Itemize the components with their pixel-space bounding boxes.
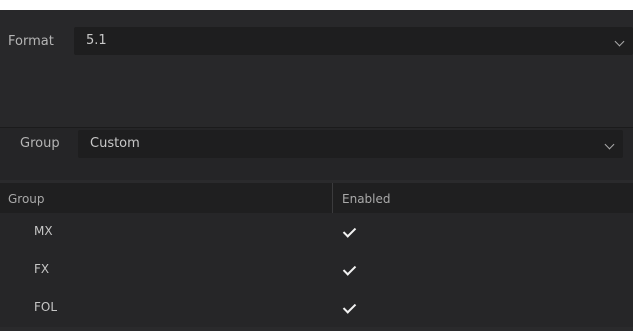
row-name: FOL <box>34 300 58 314</box>
chevron-down-icon <box>604 139 615 150</box>
header-group[interactable]: Group <box>8 192 45 206</box>
chevron-down-icon <box>614 36 625 47</box>
table-header: Group Enabled <box>0 183 633 213</box>
table-row[interactable]: FX <box>0 251 633 289</box>
top-edge <box>0 0 633 10</box>
header-enabled[interactable]: Enabled <box>342 192 391 206</box>
column-divider[interactable] <box>332 183 333 213</box>
row-name: MX <box>34 224 53 238</box>
checkmark-icon[interactable] <box>342 262 357 276</box>
group-label: Group <box>20 136 60 151</box>
group-value: Custom <box>90 136 140 151</box>
checkmark-icon[interactable] <box>342 300 357 314</box>
checkmark-icon[interactable] <box>342 224 357 238</box>
table-row[interactable]: MX <box>0 213 633 251</box>
group-dropdown[interactable]: Custom <box>78 130 623 158</box>
format-value: 5.1 <box>86 33 107 48</box>
table-row[interactable]: FOL <box>0 289 633 327</box>
row-name: FX <box>34 262 50 276</box>
format-label: Format <box>8 34 54 49</box>
format-dropdown[interactable]: 5.1 <box>74 27 633 55</box>
